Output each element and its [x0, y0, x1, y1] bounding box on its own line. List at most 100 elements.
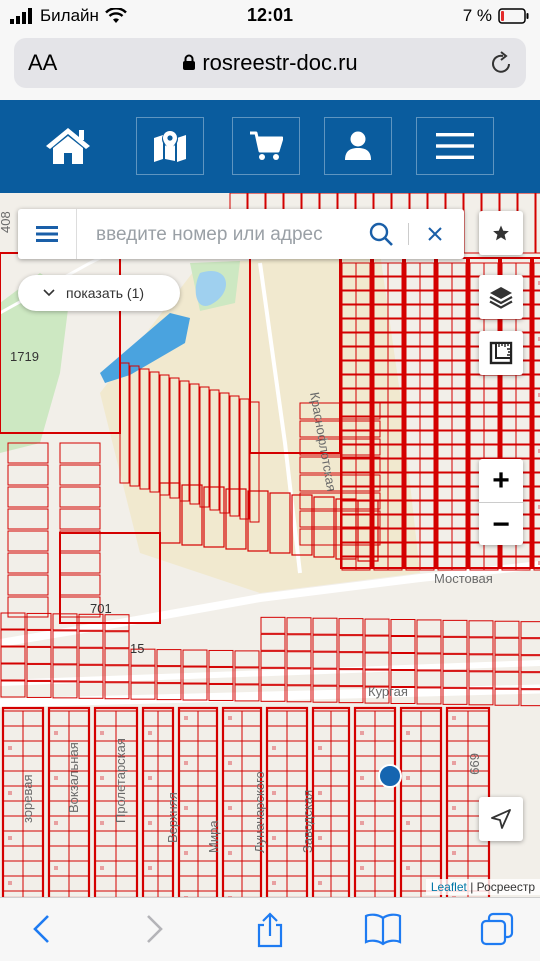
cart-icon — [250, 131, 283, 160]
zoom-control: + − — [479, 459, 523, 545]
battery-percent: 7 % — [462, 6, 492, 25]
back-icon[interactable] — [30, 912, 54, 946]
navigation-arrow-icon — [491, 809, 511, 829]
map-label-408: 408 — [0, 211, 13, 233]
building — [54, 866, 58, 870]
building — [228, 806, 232, 810]
menu-icon — [436, 133, 474, 159]
browser-toolbar — [0, 897, 540, 961]
reload-icon[interactable] — [490, 50, 514, 76]
main-menu-button[interactable] — [416, 117, 494, 175]
cart-button[interactable] — [232, 117, 300, 175]
building — [54, 776, 58, 780]
map-label-1719: 1719 — [10, 349, 39, 364]
building — [54, 821, 58, 825]
building — [148, 821, 152, 825]
url-text: rosreestr-doc.ru — [202, 50, 358, 75]
street-label-kurgaya: Кургая — [368, 684, 408, 699]
map-label-699: 699 — [467, 753, 482, 775]
search-box — [18, 209, 464, 259]
street-label-mira: Мира — [206, 820, 221, 853]
map-pin-icon — [154, 131, 186, 162]
building — [8, 791, 12, 795]
zoom-in-button[interactable]: + — [479, 459, 523, 503]
share-icon[interactable] — [254, 912, 286, 948]
attribution-text: | Росреестр — [470, 880, 535, 894]
building — [318, 791, 322, 795]
user-icon — [345, 131, 371, 160]
leaflet-link[interactable]: Leaflet — [431, 880, 467, 894]
map-button[interactable] — [136, 117, 204, 175]
building — [272, 881, 276, 885]
building — [100, 866, 104, 870]
building — [8, 881, 12, 885]
street-label-c: Пролетарская — [113, 738, 128, 823]
building — [406, 731, 410, 735]
building — [100, 776, 104, 780]
search-icon[interactable] — [368, 221, 394, 247]
profile-button[interactable] — [324, 117, 392, 175]
status-right: 7 % — [463, 6, 530, 26]
search-input[interactable] — [94, 223, 358, 247]
building — [318, 836, 322, 840]
address-bar[interactable]: AA rosreestr-doc.ru — [14, 38, 526, 88]
bookmarks-icon[interactable] — [364, 912, 402, 946]
zoom-out-button[interactable]: − — [479, 503, 523, 546]
lock-icon — [183, 54, 196, 70]
building — [360, 866, 364, 870]
building — [184, 761, 188, 765]
building — [452, 851, 456, 855]
building — [272, 746, 276, 750]
battery-icon — [498, 8, 529, 24]
building — [452, 806, 456, 810]
status-bar: Билайн 12:01 7 % — [0, 0, 540, 32]
geolocate-button[interactable] — [479, 797, 523, 841]
map-attribution: Leaflet | Росреестр — [425, 879, 540, 895]
street-label-a: зоревая — [20, 774, 35, 823]
chevron-down-icon — [43, 289, 55, 297]
building — [406, 821, 410, 825]
building — [54, 731, 58, 735]
building — [318, 746, 322, 750]
search-separator — [408, 223, 409, 245]
building — [228, 716, 232, 720]
building — [8, 746, 12, 750]
building — [406, 866, 410, 870]
clock: 12:01 — [246, 5, 294, 25]
url-display[interactable]: rosreestr-doc.ru — [14, 50, 526, 76]
search-menu-button[interactable] — [18, 209, 77, 259]
building — [360, 821, 364, 825]
star-icon — [493, 225, 509, 241]
building — [8, 836, 12, 840]
location-marker[interactable] — [378, 764, 402, 788]
street-label-d: Верхняя — [165, 792, 180, 843]
building — [452, 761, 456, 765]
building — [452, 716, 456, 720]
building — [360, 776, 364, 780]
building — [184, 806, 188, 810]
building — [148, 731, 152, 735]
measure-button[interactable] — [479, 331, 523, 375]
building — [272, 836, 276, 840]
show-results-button[interactable]: показать (1) — [18, 275, 180, 311]
ruler-icon — [489, 341, 513, 365]
home-icon — [46, 128, 90, 164]
forward-icon[interactable] — [142, 912, 166, 946]
browser-address-area: AA rosreestr-doc.ru — [0, 32, 540, 100]
building — [272, 791, 276, 795]
building — [184, 851, 188, 855]
building — [360, 731, 364, 735]
favorites-button[interactable] — [479, 211, 523, 255]
layers-button[interactable] — [479, 275, 523, 319]
building — [318, 881, 322, 885]
tabs-icon[interactable] — [480, 912, 514, 946]
map-label-15: 15 — [130, 641, 144, 656]
street-label-mostovaya: Мостовая — [434, 571, 493, 586]
building — [228, 851, 232, 855]
close-icon[interactable] — [422, 221, 448, 247]
cadastral-map[interactable]: 1719 701 15 699 408 Мостовая Кургая Крас… — [0, 193, 540, 897]
map-label-701: 701 — [90, 601, 112, 616]
show-results-label: показать (1) — [66, 285, 145, 301]
home-button[interactable] — [34, 117, 102, 175]
hamburger-icon — [36, 226, 58, 242]
